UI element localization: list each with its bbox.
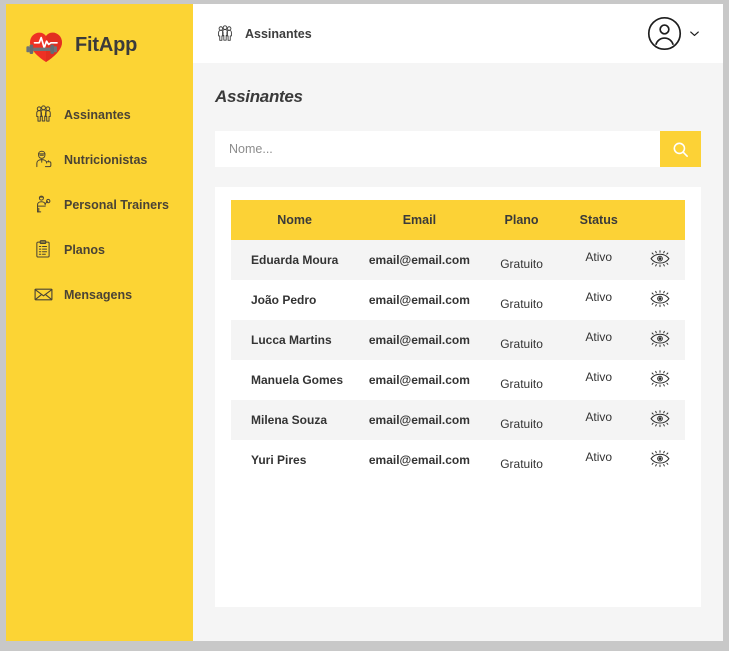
view-details-button[interactable] (649, 449, 671, 468)
cell-nome: Manuela Gomes (251, 373, 344, 387)
brand-logo[interactable]: FitApp (6, 16, 193, 68)
table-head: Nome Email Plano Status (231, 200, 685, 240)
search-bar (215, 131, 701, 167)
search-input[interactable] (215, 131, 660, 167)
column-header-nome[interactable]: Nome (231, 200, 359, 240)
eye-icon (649, 290, 671, 311)
sidebar-item-mensagens[interactable]: Mensagens (6, 272, 193, 317)
eye-icon (649, 410, 671, 431)
view-details-button[interactable] (649, 409, 671, 428)
cell-nome: Milena Souza (251, 413, 328, 427)
content-area: Assinantes Nome... Nome Email Plano Stat… (193, 63, 723, 641)
cell-plano: Gratuito (500, 297, 543, 311)
cell-plano: Gratuito (500, 457, 543, 471)
eye-icon (649, 450, 671, 471)
view-details-button[interactable] (649, 329, 671, 348)
column-header-action (635, 200, 685, 240)
sidebar-item-label: Planos (64, 242, 105, 257)
cell-plano: Gratuito (500, 377, 543, 391)
column-header-email[interactable]: Email (358, 200, 481, 240)
column-header-plano[interactable]: Plano (480, 200, 563, 240)
personal-trainer-icon (32, 193, 54, 217)
search-icon (671, 140, 690, 159)
cell-action (635, 360, 685, 400)
cell-email: email@email.com (368, 293, 470, 307)
group-people-icon (32, 103, 54, 127)
status-badge: Ativo (585, 449, 613, 464)
topbar: Assinantes (193, 4, 723, 63)
table-row[interactable]: Yuri Pires email@email.com Gratuito Ativo (231, 440, 685, 480)
sidebar-item-personal-trainers[interactable]: Personal Trainers (6, 182, 193, 227)
brand-name: FitApp (75, 33, 138, 56)
table-header-row: Nome Email Plano Status (231, 200, 685, 240)
envelope-icon (32, 283, 54, 307)
status-badge: Ativo (585, 329, 613, 344)
heart-pulse-dumbbell-icon (20, 24, 68, 66)
table-row[interactable]: João Pedro email@email.com Gratuito Ativo (231, 280, 685, 320)
table-card: Nome Email Plano Status Eduarda Moura ema… (215, 187, 701, 607)
table-row[interactable]: Lucca Martins email@email.com Gratuito Ativ… (231, 320, 685, 360)
cell-nome: Lucca Martins (251, 333, 332, 347)
table-row[interactable]: Milena Souza email@email.com Gratuito Ativo (231, 400, 685, 440)
view-details-button[interactable] (649, 289, 671, 308)
eye-icon (649, 330, 671, 351)
sidebar: FitApp Assinantes Nutricionistas Persona… (6, 4, 193, 641)
cell-email: email@email.com (368, 333, 470, 347)
table-body: Eduarda Moura email@email.com Gratuito Ativ… (231, 240, 685, 480)
cell-plano: Gratuito (500, 257, 543, 271)
sidebar-item-nutricionistas[interactable]: Nutricionistas (6, 137, 193, 182)
cell-plano: Gratuito (500, 337, 543, 351)
table-row[interactable]: Manuela Gomes email@email.com Gratuito Ativ… (231, 360, 685, 400)
cell-email: email@email.com (368, 373, 470, 387)
cell-email: email@email.com (368, 253, 470, 267)
search-button[interactable] (660, 131, 701, 167)
view-details-button[interactable] (649, 249, 671, 268)
user-circle-icon (646, 15, 683, 52)
column-header-status[interactable]: Status (562, 200, 636, 240)
clipboard-checklist-icon (32, 238, 54, 262)
chevron-down-icon[interactable] (688, 27, 701, 40)
table-row[interactable]: Eduarda Moura email@email.com Gratuito Ativ… (231, 240, 685, 280)
sidebar-item-label: Personal Trainers (64, 197, 169, 212)
cell-email: email@email.com (368, 413, 470, 427)
nutritionist-icon (32, 148, 54, 172)
cell-email: email@email.com (368, 453, 470, 467)
status-badge: Ativo (585, 249, 613, 264)
cell-action (635, 440, 685, 480)
cell-action (635, 280, 685, 320)
sidebar-item-label: Nutricionistas (64, 152, 148, 167)
view-details-button[interactable] (649, 369, 671, 388)
sidebar-item-label: Assinantes (64, 107, 131, 122)
page-title: Assinantes (215, 87, 303, 106)
status-badge: Ativo (585, 289, 613, 304)
user-menu[interactable] (646, 15, 701, 52)
cell-nome: Yuri Pires (251, 453, 307, 467)
eye-icon (649, 250, 671, 271)
subscribers-table: Nome Email Plano Status Eduarda Moura ema… (231, 200, 685, 480)
status-badge: Ativo (585, 409, 613, 424)
sidebar-item-planos[interactable]: Planos (6, 227, 193, 272)
cell-action (635, 240, 685, 280)
group-people-icon (215, 24, 235, 44)
topbar-breadcrumb: Assinantes (215, 24, 312, 44)
cell-action (635, 320, 685, 360)
cell-nome: João Pedro (251, 293, 317, 307)
eye-icon (649, 370, 671, 391)
status-badge: Ativo (585, 369, 613, 384)
sidebar-item-label: Mensagens (64, 287, 133, 302)
cell-plano: Gratuito (500, 417, 543, 431)
topbar-title: Assinantes (245, 26, 312, 41)
main-area: Assinantes Assinantes Nome... Nome Email… (193, 4, 723, 641)
sidebar-item-assinantes[interactable]: Assinantes (6, 92, 193, 137)
cell-nome: Eduarda Moura (251, 253, 339, 267)
app-window: FitApp Assinantes Nutricionistas Persona… (6, 4, 723, 641)
sidebar-nav: Assinantes Nutricionistas Personal Train… (6, 92, 193, 317)
cell-action (635, 400, 685, 440)
